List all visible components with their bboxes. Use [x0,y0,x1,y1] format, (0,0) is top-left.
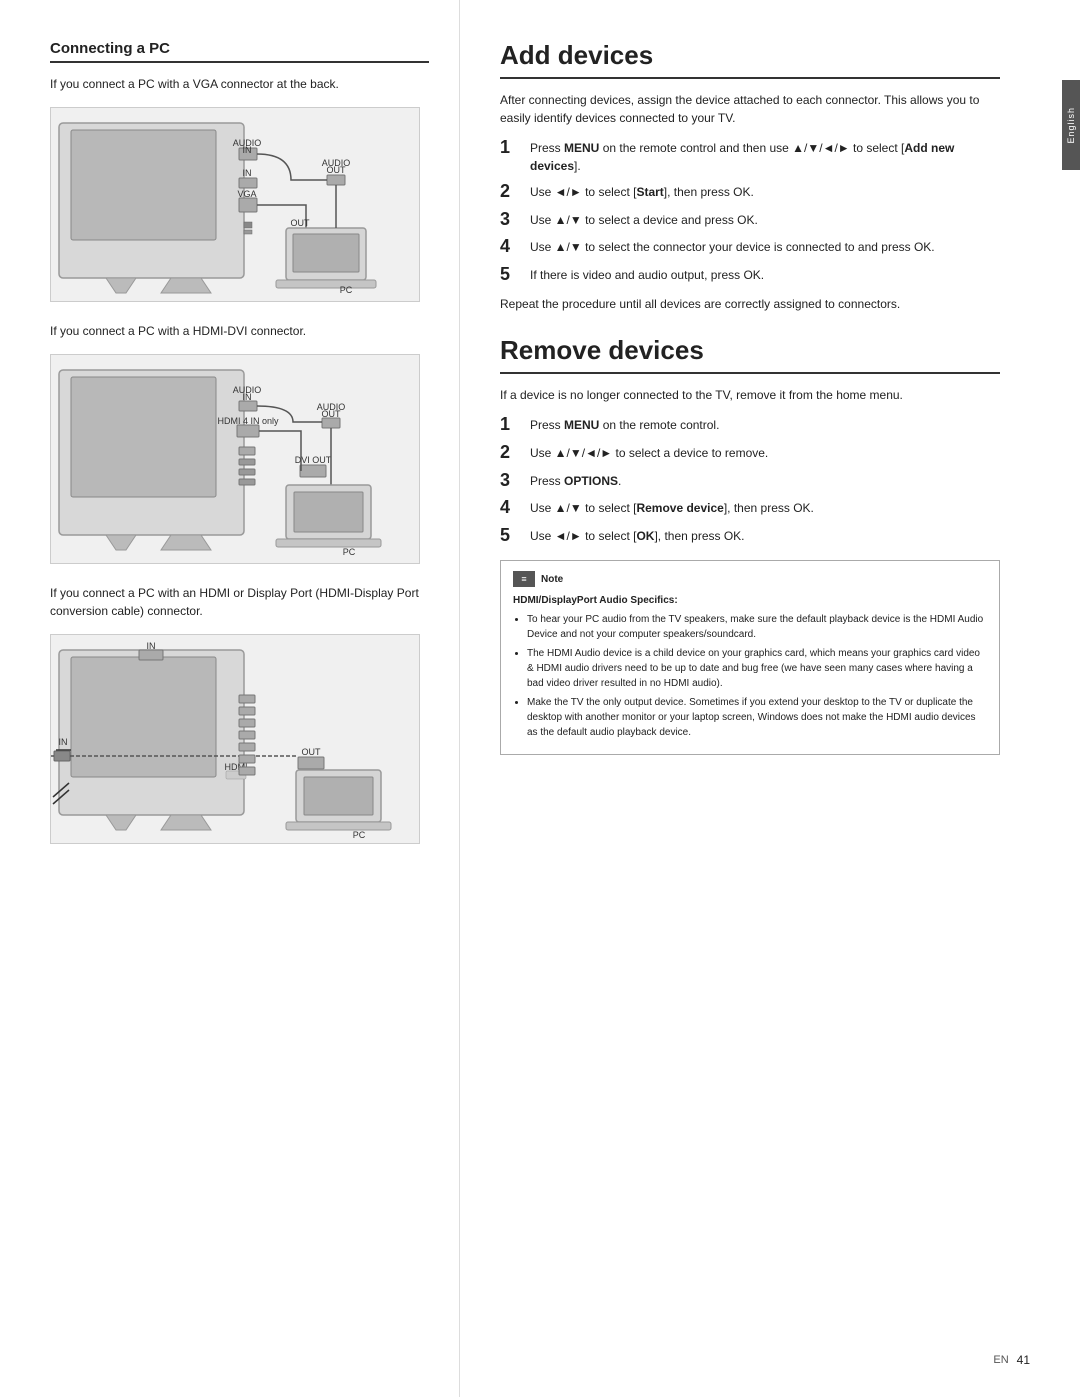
note-bullets: To hear your PC audio from the TV speake… [513,612,987,740]
remove-step-2-text: Use ▲/▼/◄/► to select a device to remove… [530,442,1000,462]
add-step-2-text: Use ◄/► to select [Start], then press OK… [530,181,1000,201]
remove-step-5-num: 5 [500,525,526,547]
remove-step-1-text: Press MENU on the remote control. [530,414,1000,434]
add-step-3-num: 3 [500,209,526,231]
svg-text:IN: IN [59,737,68,747]
left-column: Connecting a PC If you connect a PC with… [0,0,460,1397]
note-body: To hear your PC audio from the TV speake… [513,612,987,740]
hdmi-display-intro-text: If you connect a PC with an HDMI or Disp… [50,584,429,620]
hdmi-dvi-diagram: AUDIO IN HDMI 4 IN only AUDIO OUT DVI OU… [50,354,420,564]
language-tab-label: English [1066,107,1076,144]
svg-text:OUT: OUT [327,165,347,175]
svg-text:VGA: VGA [237,189,256,199]
vga-diagram: AUDIO IN IN VGA AUDIO OUT [50,107,420,302]
add-step-3-text: Use ▲/▼ to select a device and press OK. [530,209,1000,229]
connecting-pc-title: Connecting a PC [50,40,429,63]
remove-step-4: 4 Use ▲/▼ to select [Remove device], the… [500,497,1000,519]
remove-step-3-num: 3 [500,470,526,492]
add-step-1: 1 Press MENU on the remote control and t… [500,137,1000,175]
add-devices-footer: Repeat the procedure until all devices a… [500,295,1000,313]
note-subtitle: HDMI/DisplayPort Audio Specifics: [513,593,987,608]
page-number: 41 [1017,1353,1030,1367]
remove-devices-steps: 1 Press MENU on the remote control. 2 Us… [500,414,1000,546]
remove-step-2: 2 Use ▲/▼/◄/► to select a device to remo… [500,442,1000,464]
note-bullet-1: To hear your PC audio from the TV speake… [527,612,987,642]
add-step-4-text: Use ▲/▼ to select the connector your dev… [530,236,1000,256]
remove-step-3-text: Press OPTIONS. [530,470,1000,490]
add-step-2-num: 2 [500,181,526,203]
note-title: Note [541,572,563,587]
remove-step-4-num: 4 [500,497,526,519]
svg-text:OUT: OUT [291,218,311,228]
add-step-5-num: 5 [500,264,526,286]
remove-step-2-num: 2 [500,442,526,464]
page-container: English Connecting a PC If you connect a… [0,0,1080,1397]
add-step-5-text: If there is video and audio output, pres… [530,264,1000,284]
page-footer: EN 41 [993,1353,1030,1367]
add-step-5: 5 If there is video and audio output, pr… [500,264,1000,286]
note-icon: ≡ [513,571,535,587]
remove-step-1-num: 1 [500,414,526,436]
add-step-2: 2 Use ◄/► to select [Start], then press … [500,181,1000,203]
svg-text:IN: IN [243,145,252,155]
en-label: EN [993,1354,1008,1366]
remove-step-5-text: Use ◄/► to select [OK], then press OK. [530,525,1000,545]
remove-step-4-text: Use ▲/▼ to select [Remove device], then … [530,497,1000,517]
note-bullet-3: Make the TV the only output device. Some… [527,695,987,740]
remove-step-1: 1 Press MENU on the remote control. [500,414,1000,436]
add-step-4: 4 Use ▲/▼ to select the connector your d… [500,236,1000,258]
add-step-3: 3 Use ▲/▼ to select a device and press O… [500,209,1000,231]
svg-text:PC: PC [353,830,366,840]
add-devices-intro: After connecting devices, assign the dev… [500,91,1000,127]
svg-text:PC: PC [343,547,356,557]
note-box: ≡ Note HDMI/DisplayPort Audio Specifics:… [500,560,1000,755]
svg-text:HDMI 4 IN only: HDMI 4 IN only [217,416,279,426]
svg-text:OUT: OUT [302,747,322,757]
right-column: Add devices After connecting devices, as… [460,0,1050,1397]
add-step-1-num: 1 [500,137,526,159]
add-devices-title: Add devices [500,40,1000,79]
remove-step-5: 5 Use ◄/► to select [OK], then press OK. [500,525,1000,547]
note-bullet-2: The HDMI Audio device is a child device … [527,646,987,691]
svg-text:IN: IN [243,168,252,178]
add-devices-steps: 1 Press MENU on the remote control and t… [500,137,1000,285]
svg-text:PC: PC [340,285,353,295]
remove-devices-intro: If a device is no longer connected to th… [500,386,1000,404]
vga-intro-text: If you connect a PC with a VGA connector… [50,75,429,93]
note-header: ≡ Note [513,571,987,587]
hdmi-dvi-intro-text: If you connect a PC with a HDMI-DVI conn… [50,322,429,340]
add-step-4-num: 4 [500,236,526,258]
language-tab: English [1062,80,1080,170]
remove-step-3: 3 Press OPTIONS. [500,470,1000,492]
add-step-1-text: Press MENU on the remote control and the… [530,137,1000,175]
remove-devices-title: Remove devices [500,335,1000,374]
hdmi-display-diagram: IN IN OUT HDMI [50,634,420,844]
